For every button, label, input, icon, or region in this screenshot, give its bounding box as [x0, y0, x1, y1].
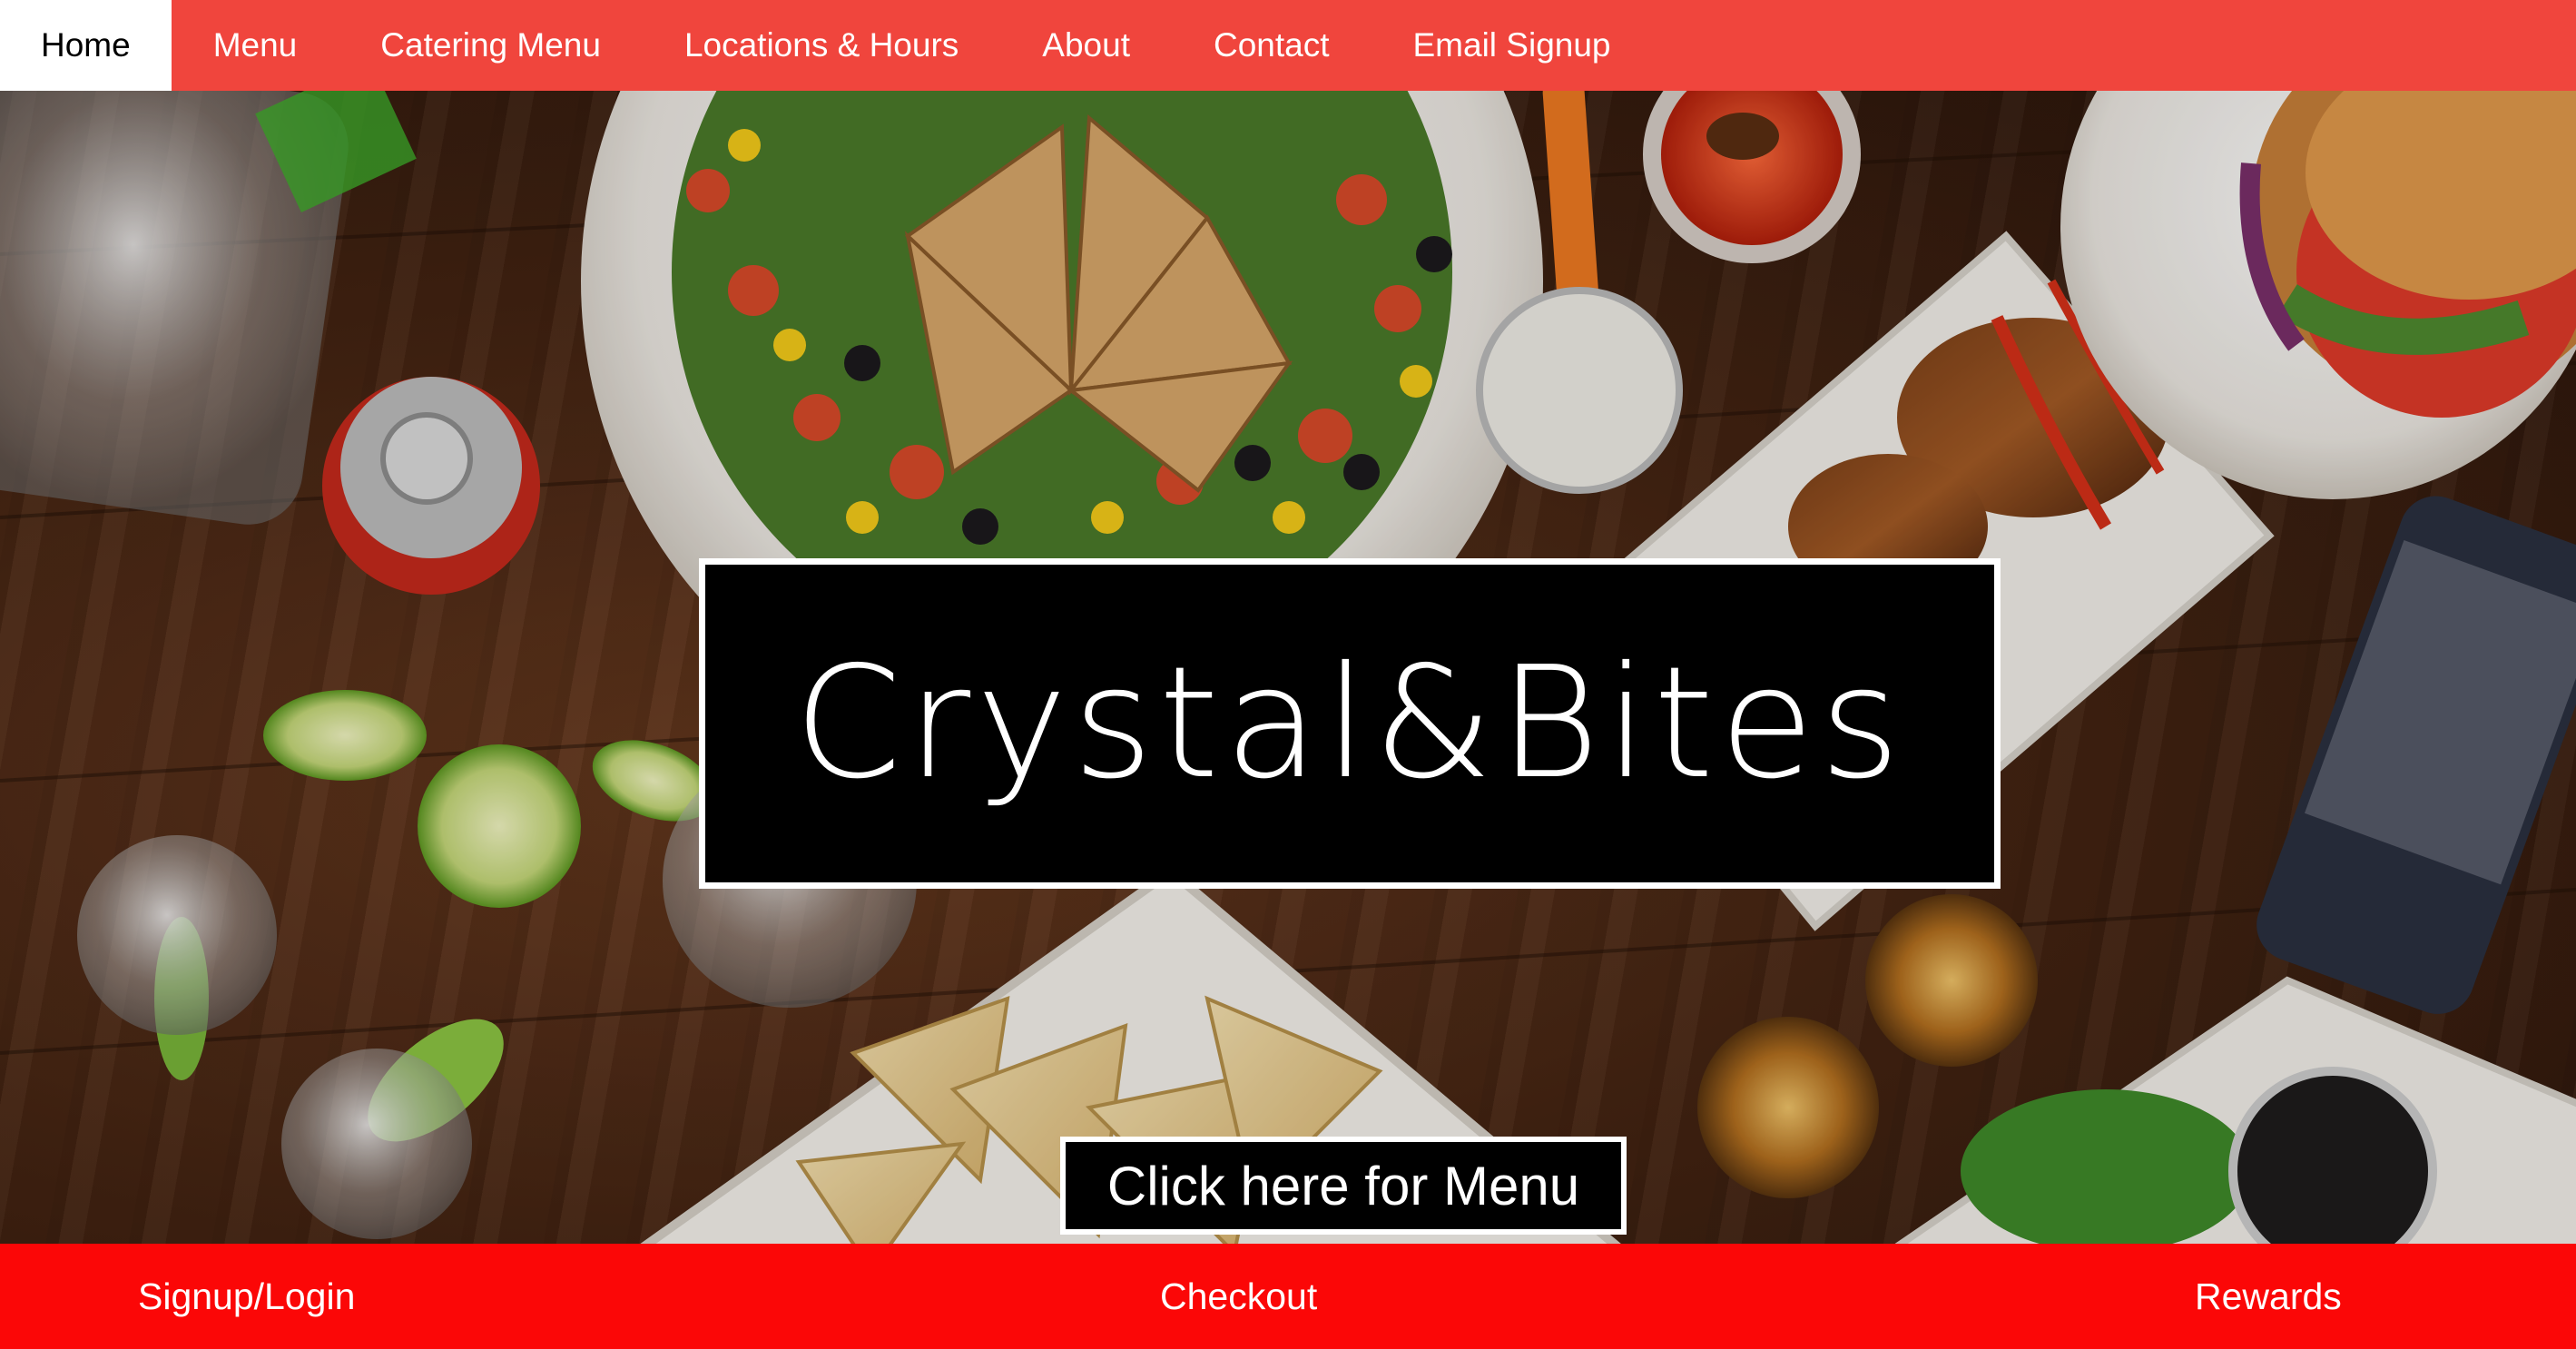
top-navigation: Home Menu Catering Menu Locations & Hour… — [0, 0, 2576, 91]
nav-locations-hours[interactable]: Locations & Hours — [643, 0, 1000, 91]
site-title: Crystal&Bites — [793, 634, 1906, 813]
nav-home[interactable]: Home — [0, 0, 172, 91]
nav-about[interactable]: About — [1000, 0, 1172, 91]
menu-cta-label: Click here for Menu — [1106, 1155, 1580, 1216]
site-title-box: Crystal&Bites — [699, 558, 2001, 889]
hero-section: Crystal&Bites Click here for Menu — [0, 91, 2576, 1244]
nav-email-signup[interactable]: Email Signup — [1372, 0, 1653, 91]
nav-contact[interactable]: Contact — [1172, 0, 1372, 91]
nav-menu[interactable]: Menu — [172, 0, 339, 91]
checkout-link[interactable]: Checkout — [1160, 1244, 1317, 1349]
rewards-link[interactable]: Rewards — [2195, 1244, 2342, 1349]
signup-login-link[interactable]: Signup/Login — [138, 1244, 355, 1349]
bottom-action-bar: Signup/Login Checkout Rewards — [0, 1244, 2576, 1349]
nav-catering-menu[interactable]: Catering Menu — [339, 0, 643, 91]
menu-cta-button[interactable]: Click here for Menu — [1060, 1137, 1627, 1235]
